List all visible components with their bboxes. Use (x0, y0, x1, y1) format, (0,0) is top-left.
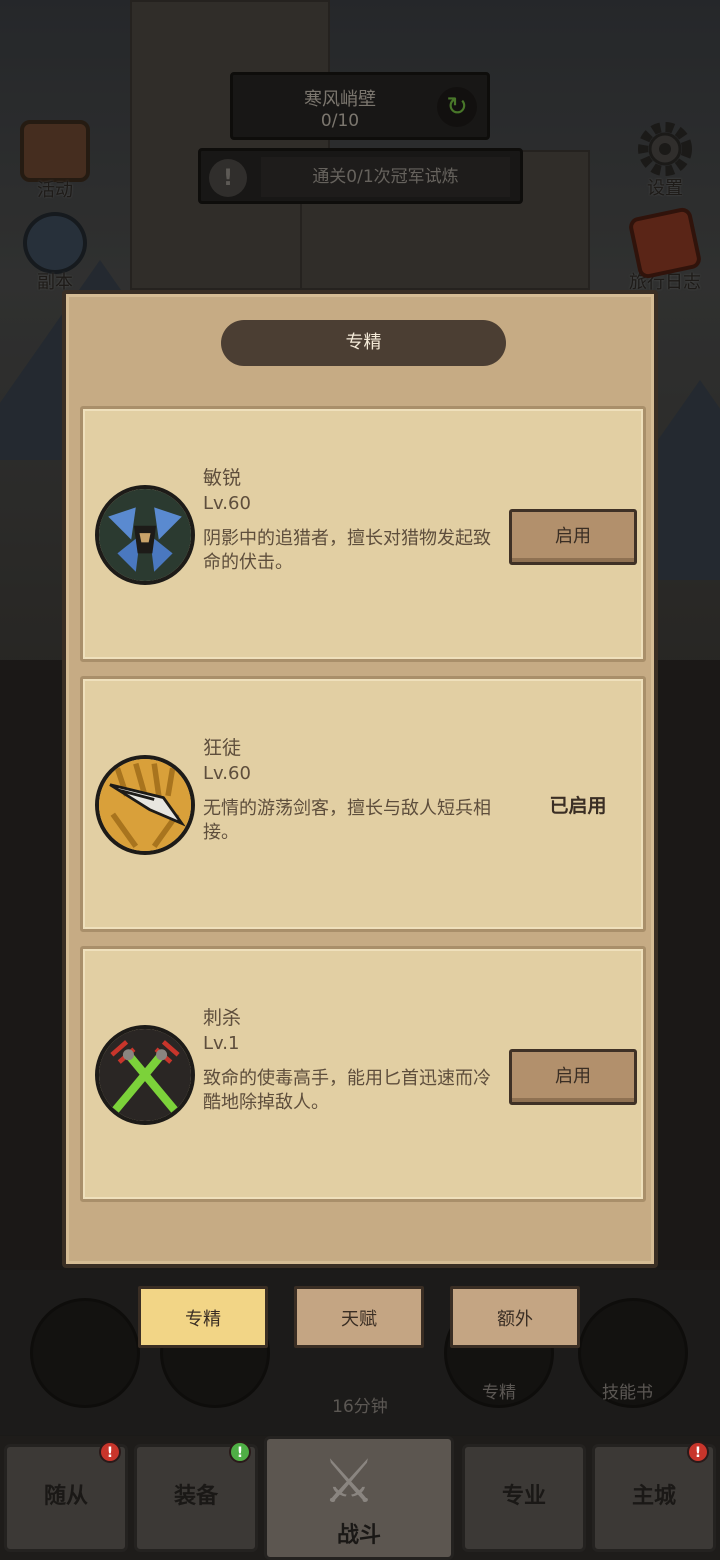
enabled-status: 已启用 (549, 795, 607, 817)
spec-level: Lv.1 (203, 1033, 240, 1054)
nav-battle[interactable]: ⚔ 战斗 (264, 1436, 454, 1560)
spec-description: 致命的使毒高手，能用匕首迅速而冷酷地除掉敌人。 (203, 1068, 491, 1113)
crossed-swords-icon: ⚔ (322, 1447, 376, 1517)
spec-card-outlaw: 狂徒 Lv.60 无情的游荡剑客，擅长与敌人短兵相接。 已启用 (80, 676, 646, 932)
nav-follower[interactable]: 随从 ! (4, 1441, 128, 1552)
panel-title: 专精 (221, 320, 506, 366)
sword-blade-icon (95, 755, 195, 855)
nav-equipment[interactable]: 装备 ! (134, 1441, 258, 1552)
enable-button[interactable]: 启用 (509, 1049, 637, 1105)
nav-profession-label: 专业 (501, 1484, 546, 1509)
nav-city-label: 主城 (631, 1484, 676, 1509)
notification-badge: ! (687, 1441, 709, 1463)
nav-equipment-label: 装备 (173, 1484, 218, 1509)
spec-level: Lv.60 (203, 493, 251, 514)
spec-card-assassination: 刺杀 Lv.1 致命的使毒高手，能用匕首迅速而冷酷地除掉敌人。 启用 (80, 946, 646, 1202)
spec-level: Lv.60 (203, 763, 251, 784)
enable-button[interactable]: 启用 (509, 509, 637, 565)
spec-name: 敏锐 (203, 467, 242, 489)
specialization-panel: 专精 敏锐 Lv.60 阴影中的追猎者，擅长对猎物发起致命的伏击。 启用 狂徒 … (62, 290, 658, 1268)
nav-profession[interactable]: 专业 (462, 1444, 586, 1552)
notification-badge: ! (99, 1441, 121, 1463)
notification-badge: ! (229, 1441, 251, 1463)
nav-follower-label: 随从 (43, 1484, 88, 1509)
spec-description: 无情的游荡剑客，擅长与敌人短兵相接。 (203, 798, 491, 843)
hooded-rogue-icon (95, 485, 195, 585)
bottom-nav: 随从 ! 装备 ! ⚔ 战斗 专业 主城 ! (0, 1436, 720, 1560)
crossed-daggers-icon (95, 1025, 195, 1125)
spec-card-subtlety: 敏锐 Lv.60 阴影中的追猎者，擅长对猎物发起致命的伏击。 启用 (80, 406, 646, 662)
tab-specialization[interactable]: 专精 (138, 1286, 268, 1348)
nav-main-city[interactable]: 主城 ! (592, 1441, 716, 1552)
tab-talent[interactable]: 天赋 (294, 1286, 424, 1348)
nav-battle-label: 战斗 (336, 1523, 381, 1548)
tab-extra[interactable]: 额外 (450, 1286, 580, 1348)
spec-name: 狂徒 (203, 737, 242, 759)
spec-description: 阴影中的追猎者，擅长对猎物发起致命的伏击。 (203, 528, 491, 573)
spec-name: 刺杀 (203, 1007, 242, 1029)
